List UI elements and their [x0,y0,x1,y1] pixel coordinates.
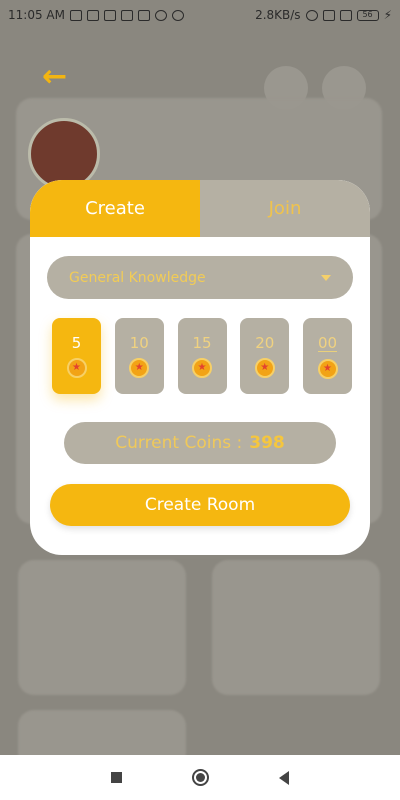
status-left: 11:05 AM [8,8,184,22]
tab-join[interactable]: Join [200,180,370,237]
tab-create-label: Create [85,198,145,219]
app-icon [120,9,133,21]
coin-star-icon: ★ [129,358,150,378]
wifi-icon [322,9,335,21]
coin-option-value: 15 [192,334,212,352]
coin-options: 5 ★ 10 ★ 15 ★ 20 ★ 00 ★ [52,318,352,394]
coin-option-20[interactable]: 20 ★ [240,318,290,394]
status-right: 2.8KB/s 56 ⚡ [255,8,392,22]
battery-level: 56 [362,9,373,19]
create-room-button[interactable]: Create Room [50,484,350,526]
signal-icon [339,9,352,21]
coin-option-value: 20 [255,334,275,352]
coin-option-custom[interactable]: 00 ★ [303,318,352,394]
home-icon[interactable] [192,769,209,786]
coin-star-icon: ★ [254,358,275,378]
current-coins-value: 398 [249,433,285,453]
coin-star-icon: ★ [192,358,212,378]
network-speed: 2.8KB/s [255,8,301,22]
custom-coin-input[interactable]: 00 [317,335,338,352]
create-room-modal: Create Join General Knowledge 5 ★ 10 ★ 1… [30,180,370,555]
recent-apps-icon[interactable] [111,772,122,783]
category-select[interactable]: General Knowledge [47,256,353,299]
charging-icon: ⚡ [383,8,392,22]
coin-option-15[interactable]: 15 ★ [177,318,227,394]
coin-option-10[interactable]: 10 ★ [114,318,164,394]
back-button[interactable]: ← [42,62,76,92]
arrow-left-icon: ← [42,59,68,94]
category-select-value: General Knowledge [69,269,206,286]
battery-icon: 56 [356,9,379,21]
tab-join-label: Join [268,198,302,219]
screen: 11:05 AM 2.8KB/s 56 ⚡ ← Create Join Gene… [0,0,400,800]
current-coins-label: Current Coins : [115,433,243,453]
create-room-button-label: Create Room [144,495,256,515]
status-bar: 11:05 AM 2.8KB/s 56 ⚡ [0,0,400,30]
current-coins-display: Current Coins : 398 [64,422,336,464]
game-mode-card-1 [18,560,186,695]
tab-create[interactable]: Create [30,180,200,237]
coin-option-value: 5 [71,334,82,352]
message-icon [86,9,99,21]
back-triangle-icon[interactable] [279,770,289,785]
alarm-icon [305,9,318,21]
more-icon [171,9,184,21]
coin-option-value: 10 [129,334,149,352]
chevron-down-icon [321,274,331,281]
shop-icon [137,9,150,21]
status-time: 11:05 AM [8,8,65,22]
android-navigation-bar [0,755,400,800]
coin-option-5[interactable]: 5 ★ [52,318,101,394]
chat-icon [69,9,82,21]
modal-tabs: Create Join [30,180,370,237]
game-mode-card-2 [212,560,380,695]
coin-star-icon: ★ [317,359,338,379]
coin-star-icon: ★ [66,358,87,378]
game-icon [103,9,116,21]
whatsapp-icon [154,9,167,21]
